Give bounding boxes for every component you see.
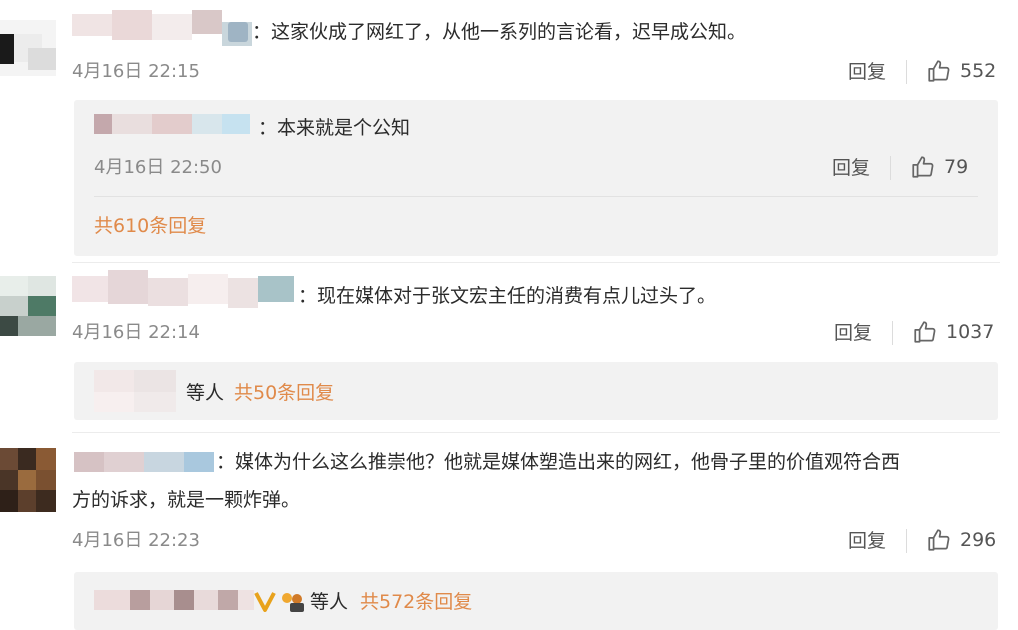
like-button[interactable]: 1037 — [912, 319, 994, 345]
action-divider — [890, 156, 891, 180]
others-label: 等人 — [310, 591, 349, 613]
reply-time: 4月16日 22:50 — [94, 157, 222, 178]
reply-button[interactable]: 回复 — [848, 61, 886, 83]
reply-button[interactable]: 回复 — [834, 322, 872, 344]
comment-text-line-2: 方的诉求，就是一颗炸弹。 — [72, 489, 301, 511]
comment-divider — [72, 262, 1000, 263]
username-blurred[interactable] — [72, 10, 252, 46]
comment-text-line-1: ：媒体为什么这么推崇他？他就是媒体塑造出来的网红，他骨子里的价值观符合西 — [216, 451, 901, 473]
comment-text: ：这家伙成了网红了，从他一系列的言论看，迟早成公知。 — [252, 21, 747, 43]
fans-badge-icon — [282, 593, 304, 612]
reply-divider — [94, 196, 978, 197]
comment-time: 4月16日 22:14 — [72, 322, 200, 343]
comment-divider — [72, 432, 1000, 433]
action-divider — [906, 529, 907, 553]
comment-time: 4月16日 22:15 — [72, 61, 200, 82]
verified-badge-icon — [228, 22, 248, 42]
reply-button[interactable]: 回复 — [848, 530, 886, 552]
reply-username-blurred[interactable] — [94, 112, 254, 138]
avatar[interactable] — [0, 276, 56, 336]
action-divider — [906, 60, 907, 84]
username-blurred[interactable] — [74, 452, 214, 474]
reply-usernames-blurred[interactable] — [94, 590, 254, 612]
avatar[interactable] — [0, 448, 56, 512]
view-more-replies-link[interactable]: 共572条回复 — [360, 590, 472, 614]
comment-text: ：现在媒体对于张文宏主任的消费有点儿过头了。 — [298, 285, 717, 307]
thumbs-up-icon — [928, 529, 950, 551]
like-count: 1037 — [946, 321, 995, 343]
reply-reply-button[interactable]: 回复 — [832, 157, 870, 179]
view-more-replies-link[interactable]: 共50条回复 — [234, 381, 334, 405]
avatar[interactable] — [0, 20, 56, 76]
like-count: 296 — [960, 529, 997, 551]
username-blurred[interactable] — [72, 270, 294, 310]
like-button[interactable]: 296 — [926, 527, 996, 553]
reply-avatars-blurred[interactable] — [94, 370, 176, 412]
comment-time: 4月16日 22:23 — [72, 530, 200, 551]
thumbs-up-icon — [914, 321, 936, 343]
reply-text: ：本来就是个公知 — [258, 117, 411, 139]
thumbs-up-icon — [928, 60, 950, 82]
view-more-replies-link[interactable]: 共610条回复 — [94, 214, 206, 238]
like-count: 552 — [960, 60, 997, 82]
action-divider — [892, 321, 893, 345]
reply-like-button[interactable]: 79 — [910, 154, 968, 180]
verified-v-icon — [254, 592, 276, 612]
thumbs-up-icon — [912, 156, 934, 178]
like-button[interactable]: 552 — [926, 58, 996, 84]
others-label: 等人 — [186, 382, 225, 404]
reply-like-count: 79 — [944, 156, 969, 178]
